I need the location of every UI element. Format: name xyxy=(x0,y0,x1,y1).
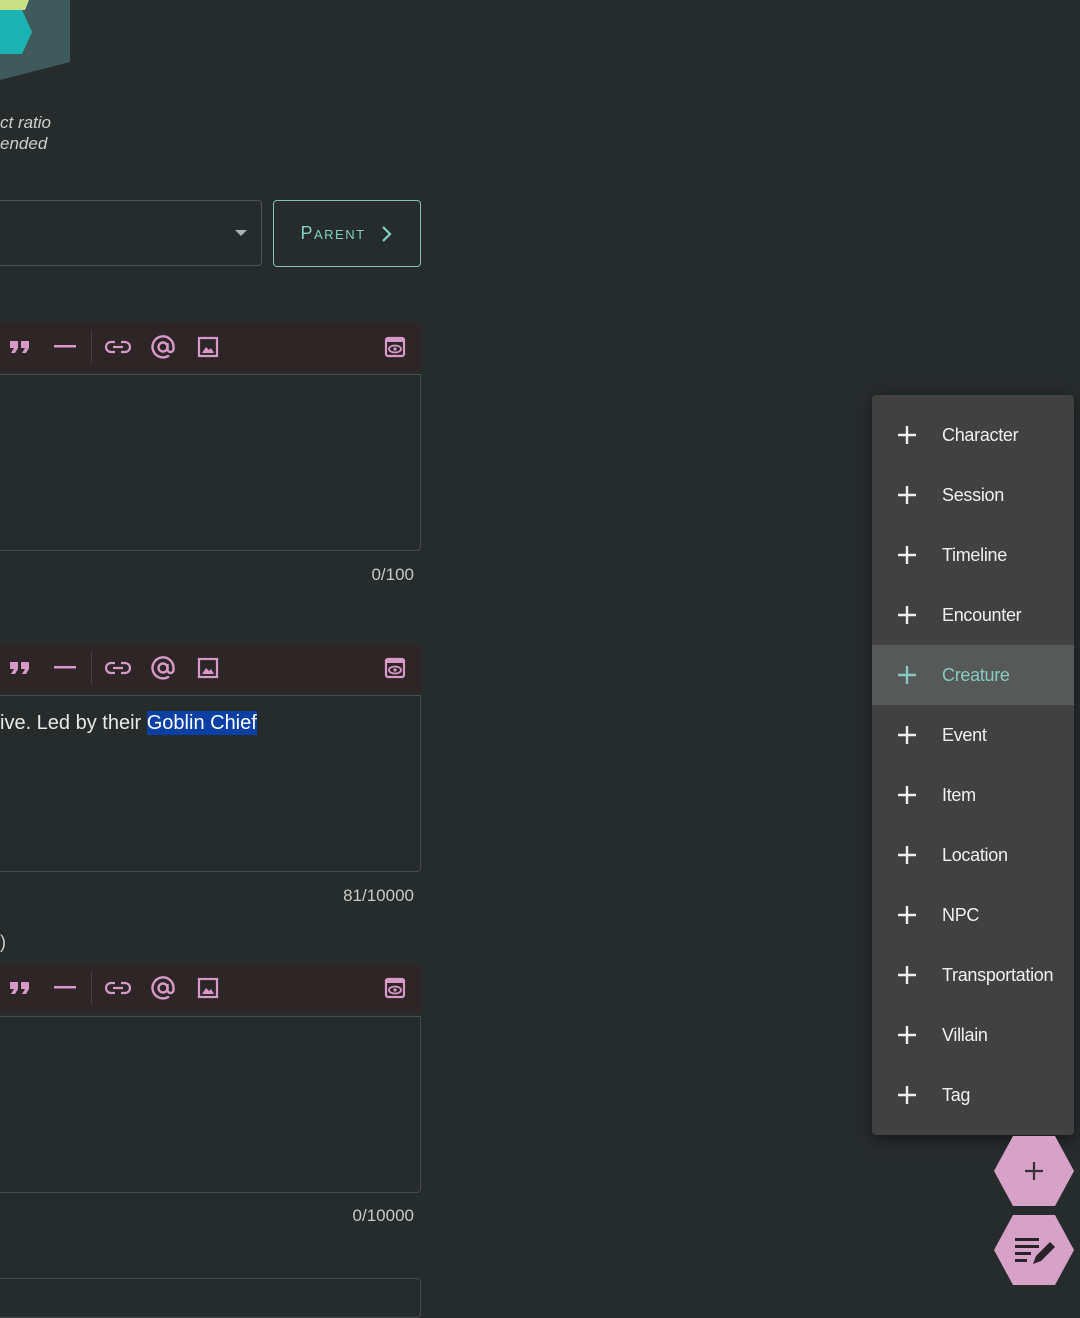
menu-item-timeline[interactable]: Timeline xyxy=(872,525,1074,585)
plus-icon xyxy=(898,1086,916,1104)
link-icon[interactable] xyxy=(104,974,132,1002)
plus-icon xyxy=(898,966,916,984)
menu-item-villain[interactable]: Villain xyxy=(872,1005,1074,1065)
field-label-fragment: ) xyxy=(0,932,6,952)
editor-content-area[interactable] xyxy=(0,1016,421,1193)
menu-item-creature[interactable]: Creature xyxy=(872,645,1074,705)
quote-icon[interactable] xyxy=(6,974,34,1002)
parent-button-label: Parent xyxy=(300,223,366,243)
horizontal-rule-icon[interactable] xyxy=(51,654,79,682)
plus-icon xyxy=(898,426,916,444)
preview-icon[interactable] xyxy=(381,333,409,361)
preview-icon[interactable] xyxy=(381,654,409,682)
horizontal-rule-icon[interactable] xyxy=(51,974,79,1002)
menu-item-label: Villain xyxy=(942,1024,988,1045)
menu-item-label: Character xyxy=(942,424,1019,445)
aspect-ratio-note: ct ratio ended xyxy=(0,112,80,154)
entity-image-placeholder[interactable] xyxy=(0,0,70,80)
edit-notes-fab-button[interactable] xyxy=(993,1214,1075,1291)
editor-text-plain: ive. Led by their xyxy=(0,712,147,734)
menu-item-label: Transportation xyxy=(942,964,1054,985)
next-field[interactable] xyxy=(0,1278,421,1318)
plus-icon xyxy=(898,846,916,864)
menu-item-label: Location xyxy=(942,844,1008,865)
add-entity-menu: Character Session Timeline Encounter Cre… xyxy=(872,395,1074,1135)
image-icon[interactable] xyxy=(194,974,222,1002)
mention-icon[interactable] xyxy=(149,974,177,1002)
menu-item-label: Session xyxy=(942,484,1004,505)
toolbar-divider xyxy=(91,331,92,363)
menu-item-npc[interactable]: NPC xyxy=(872,885,1074,945)
aspect-note-line2: ended xyxy=(0,134,48,153)
link-icon[interactable] xyxy=(104,333,132,361)
chevron-right-icon xyxy=(381,225,392,242)
menu-item-session[interactable]: Session xyxy=(872,465,1074,525)
plus-icon xyxy=(898,906,916,924)
editor-toolbar xyxy=(0,644,421,692)
character-counter: 0/100 xyxy=(371,565,414,584)
toolbar-divider xyxy=(91,652,92,684)
aspect-note-line1: ct ratio xyxy=(0,113,52,132)
editor-toolbar xyxy=(0,964,421,1012)
quote-icon[interactable] xyxy=(6,654,34,682)
menu-item-location[interactable]: Location xyxy=(872,825,1074,885)
horizontal-rule-icon[interactable] xyxy=(51,333,79,361)
plus-icon xyxy=(898,486,916,504)
menu-item-character[interactable]: Character xyxy=(872,405,1074,465)
menu-item-label: Timeline xyxy=(942,544,1007,565)
mention-icon[interactable] xyxy=(149,333,177,361)
plus-icon xyxy=(898,786,916,804)
menu-item-event[interactable]: Event xyxy=(872,705,1074,765)
plus-icon xyxy=(898,1026,916,1044)
mention-icon[interactable] xyxy=(149,654,177,682)
menu-item-label: Event xyxy=(942,724,987,745)
menu-item-label: Tag xyxy=(942,1084,971,1105)
menu-item-encounter[interactable]: Encounter xyxy=(872,585,1074,645)
selected-text: Goblin Chief xyxy=(146,711,257,735)
parent-select[interactable] xyxy=(0,200,262,266)
editor-toolbar xyxy=(0,323,421,371)
menu-item-label: Creature xyxy=(942,664,1010,685)
plus-icon xyxy=(898,666,916,684)
menu-item-item[interactable]: Item xyxy=(872,765,1074,825)
plus-icon xyxy=(898,606,916,624)
link-icon[interactable] xyxy=(104,654,132,682)
character-counter: 0/10000 xyxy=(352,1206,414,1225)
dropdown-caret-icon xyxy=(235,230,247,236)
quote-icon[interactable] xyxy=(6,333,34,361)
add-fab-button[interactable] xyxy=(993,1135,1075,1212)
plus-icon xyxy=(898,726,916,744)
menu-item-label: Encounter xyxy=(942,604,1022,625)
image-icon[interactable] xyxy=(194,333,222,361)
character-counter: 81/10000 xyxy=(343,886,414,905)
editor-text: ive. Led by their Goblin Chief xyxy=(0,711,257,735)
menu-item-transportation[interactable]: Transportation xyxy=(872,945,1074,1005)
plus-icon xyxy=(898,546,916,564)
menu-item-label: NPC xyxy=(942,904,980,925)
menu-item-label: Item xyxy=(942,784,976,805)
toolbar-divider xyxy=(91,972,92,1004)
parent-button[interactable]: Parent xyxy=(273,200,421,267)
preview-icon[interactable] xyxy=(381,974,409,1002)
editor-content-area[interactable] xyxy=(0,374,421,551)
menu-item-tag[interactable]: Tag xyxy=(872,1065,1074,1125)
image-icon[interactable] xyxy=(194,654,222,682)
